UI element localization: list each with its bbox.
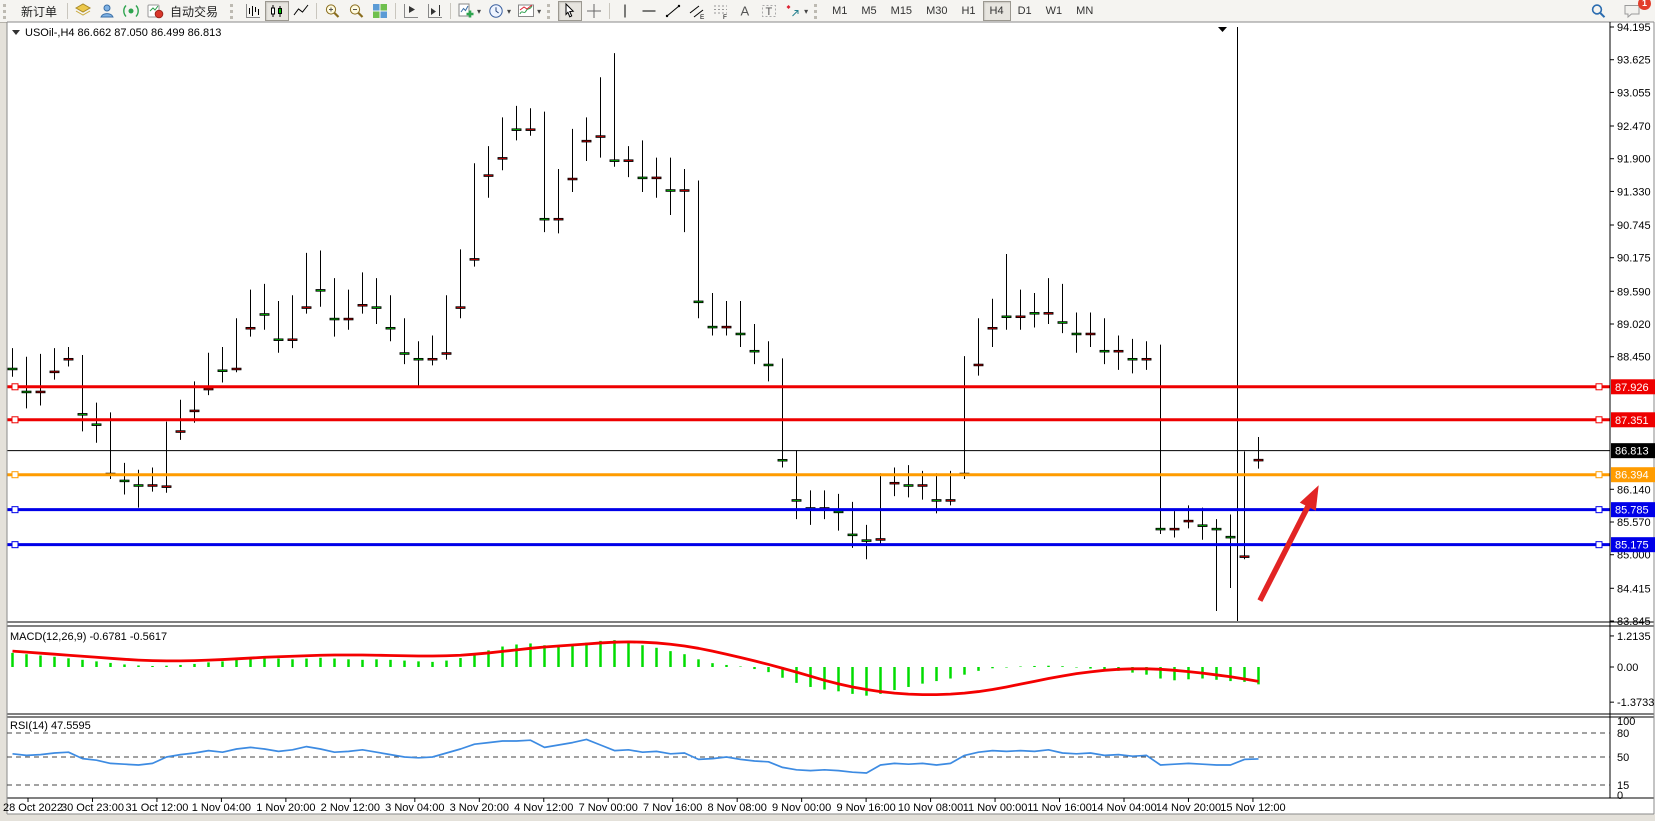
date-label: 1 Nov 04:00: [192, 802, 251, 814]
price-tick-label: 90.175: [1617, 253, 1651, 265]
macd-label: MACD(12,26,9) -0.6781 -0.5617: [10, 631, 167, 643]
date-label: 7 Nov 16:00: [643, 802, 702, 814]
price-badge: 87.351: [1611, 412, 1655, 427]
price-badge: 87.926: [1611, 379, 1655, 394]
price-badge: 86.813: [1611, 443, 1655, 458]
price-tick-label: 89.020: [1617, 319, 1651, 331]
price-tick-label: 84.415: [1617, 583, 1651, 595]
date-label: 28 Oct 2022: [3, 802, 63, 814]
price-tick-label: 94.195: [1617, 22, 1651, 34]
chart-title-bar: USOil-,H4 86.662 87.050 86.499 86.813: [12, 27, 221, 39]
price-tick-label: 86.140: [1617, 484, 1651, 496]
date-label: 10 Nov 08:00: [898, 802, 963, 814]
macd-tick-label: 1.2135: [1617, 631, 1651, 643]
date-label: 31 Oct 12:00: [125, 802, 188, 814]
price-tick-label: 85.570: [1617, 517, 1651, 529]
svg-text:87.926: 87.926: [1615, 382, 1649, 394]
date-label: 14 Nov 04:00: [1091, 802, 1156, 814]
rsi-tick-label: 0: [1617, 790, 1623, 802]
svg-text:86.813: 86.813: [1615, 446, 1649, 458]
price-tick-label: 90.745: [1617, 220, 1651, 232]
rsi-label: RSI(14) 47.5595: [10, 720, 91, 732]
price-tick-label: 91.330: [1617, 186, 1651, 198]
macd-tick-label: 0.00: [1617, 662, 1638, 674]
date-label: 3 Nov 20:00: [450, 802, 509, 814]
date-label: 9 Nov 16:00: [836, 802, 895, 814]
date-label: 9 Nov 00:00: [772, 802, 831, 814]
svg-text:85.785: 85.785: [1615, 505, 1649, 517]
price-badge: 86.394: [1611, 467, 1655, 482]
date-label: 3 Nov 04:00: [385, 802, 444, 814]
svg-text:87.351: 87.351: [1615, 415, 1649, 427]
svg-text:86.394: 86.394: [1615, 470, 1649, 482]
chart-title: USOil-,H4 86.662 87.050 86.499 86.813: [25, 27, 221, 39]
date-label: 14 Nov 20:00: [1156, 802, 1221, 814]
price-tick-label: 93.055: [1617, 87, 1651, 99]
date-label: 30 Oct 23:00: [61, 802, 124, 814]
price-badge: 85.785: [1611, 502, 1655, 517]
price-tick-label: 83.845: [1617, 616, 1651, 628]
date-label: 15 Nov 12:00: [1220, 802, 1285, 814]
date-label: 8 Nov 08:00: [708, 802, 767, 814]
price-tick-label: 91.900: [1617, 154, 1651, 166]
price-badge: 85.175: [1611, 537, 1655, 552]
rsi-tick-label: 50: [1617, 752, 1629, 764]
price-tick-label: 88.450: [1617, 352, 1651, 364]
chart-canvas[interactable]: 94.195 93.625 93.055 92.470 91.900 91.330 90.7…: [0, 0, 1655, 821]
date-label: 11 Nov 00:00: [963, 802, 1028, 814]
date-label: 4 Nov 12:00: [514, 802, 573, 814]
rsi-tick-label: 80: [1617, 728, 1629, 740]
date-label: 2 Nov 12:00: [321, 802, 380, 814]
price-tick-label: 93.625: [1617, 55, 1651, 67]
price-tick-label: 89.590: [1617, 286, 1651, 298]
macd-tick-label: -1.3733: [1617, 697, 1654, 709]
svg-text:85.175: 85.175: [1615, 540, 1649, 552]
price-tick-label: 92.470: [1617, 121, 1651, 133]
rsi-tick-label: 100: [1617, 716, 1635, 728]
date-label: 1 Nov 20:00: [256, 802, 315, 814]
date-label: 7 Nov 00:00: [579, 802, 638, 814]
date-label: 11 Nov 16:00: [1027, 802, 1092, 814]
